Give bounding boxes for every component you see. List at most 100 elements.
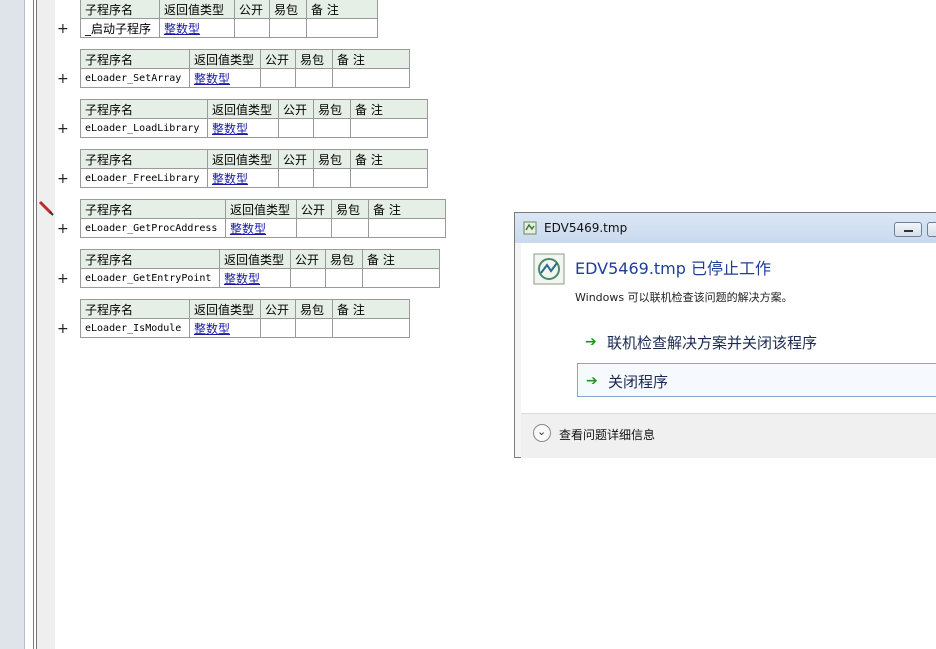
header-remark: 备 注 — [306, 0, 378, 19]
code-margin — [37, 0, 55, 649]
minimize-icon — [904, 230, 913, 232]
subroutine-name[interactable]: _启动子程序 — [80, 18, 160, 38]
header-epackage: 易包 — [313, 99, 351, 119]
return-type-link[interactable]: 整数型 — [219, 268, 291, 288]
subroutine-name[interactable]: eLoader_GetEntryPoint — [80, 268, 220, 288]
header-name: 子程序名 — [80, 199, 226, 219]
green-arrow-icon: ➔ — [585, 334, 597, 350]
epackage-cell[interactable] — [325, 268, 363, 288]
check-online-option[interactable]: ➔ 联机检查解决方案并关闭该程序 — [577, 325, 936, 359]
subroutine-name[interactable]: eLoader_IsModule — [80, 318, 190, 338]
left-gutter-strip — [0, 0, 25, 649]
header-return-type: 返回值类型 — [189, 49, 261, 69]
epackage-cell[interactable] — [331, 218, 369, 238]
header-epackage: 易包 — [331, 199, 369, 219]
header-remark: 备 注 — [350, 99, 428, 119]
remark-cell[interactable] — [350, 118, 428, 138]
app-icon — [523, 221, 537, 235]
return-type-link[interactable]: 整数型 — [159, 18, 235, 38]
green-arrow-icon: ➔ — [586, 373, 598, 389]
header-public: 公开 — [278, 99, 314, 119]
remark-cell[interactable] — [306, 18, 378, 38]
program-icon — [533, 253, 565, 285]
expand-button[interactable]: + — [57, 72, 69, 86]
remark-cell[interactable] — [350, 168, 428, 188]
header-remark: 备 注 — [362, 249, 440, 269]
header-public: 公开 — [234, 0, 270, 19]
close-program-option[interactable]: ➔ 关闭程序 — [577, 363, 936, 397]
header-name: 子程序名 — [80, 49, 190, 69]
header-public: 公开 — [296, 199, 332, 219]
header-remark: 备 注 — [350, 149, 428, 169]
header-remark: 备 注 — [332, 49, 410, 69]
subroutine-name[interactable]: eLoader_SetArray — [80, 68, 190, 88]
dialog-message: Windows 可以联机检查该问题的解决方案。 — [575, 291, 793, 304]
public-cell[interactable] — [290, 268, 326, 288]
dialog-title: EDV5469.tmp — [544, 221, 628, 235]
expand-button[interactable]: + — [57, 322, 69, 336]
dialog-heading: EDV5469.tmp 已停止工作 — [575, 259, 772, 278]
expand-details-button[interactable]: ⌄ — [533, 424, 551, 442]
return-type-link[interactable]: 整数型 — [207, 168, 279, 188]
public-cell[interactable] — [260, 68, 296, 88]
epackage-cell[interactable] — [295, 68, 333, 88]
header-public: 公开 — [260, 299, 296, 319]
remark-cell[interactable] — [332, 68, 410, 88]
subroutine-table: 子程序名 返回值类型 公开 易包 备 注 eLoader_LoadLibrary… — [80, 99, 428, 138]
check-online-label: 联机检查解决方案并关闭该程序 — [607, 334, 818, 352]
epackage-cell[interactable] — [313, 118, 351, 138]
header-name: 子程序名 — [80, 299, 190, 319]
close-button[interactable] — [927, 222, 936, 237]
header-name: 子程序名 — [80, 149, 208, 169]
view-details-link[interactable]: 查看问题详细信息 — [559, 426, 655, 443]
header-return-type: 返回值类型 — [225, 199, 297, 219]
subroutine-table: 子程序名 返回值类型 公开 易包 备 注 eLoader_FreeLibrary… — [80, 149, 428, 188]
subroutine-name[interactable]: eLoader_LoadLibrary — [80, 118, 208, 138]
expand-button[interactable]: + — [57, 172, 69, 186]
subroutine-name[interactable]: eLoader_FreeLibrary — [80, 168, 208, 188]
subroutine-table: 子程序名 返回值类型 公开 易包 备 注 _启动子程序 整数型 — [80, 0, 378, 38]
remark-cell[interactable] — [368, 218, 446, 238]
header-return-type: 返回值类型 — [159, 0, 235, 19]
subroutine-table: 子程序名 返回值类型 公开 易包 备 注 eLoader_IsModule 整数… — [80, 299, 410, 338]
return-type-link[interactable]: 整数型 — [207, 118, 279, 138]
expand-button[interactable]: + — [57, 122, 69, 136]
public-cell[interactable] — [278, 168, 314, 188]
remark-cell[interactable] — [332, 318, 410, 338]
minimize-button[interactable] — [894, 222, 922, 237]
epackage-cell[interactable] — [269, 18, 307, 38]
return-type-link[interactable]: 整数型 — [189, 68, 261, 88]
gutter-divider — [33, 0, 34, 649]
subroutine-table: 子程序名 返回值类型 公开 易包 备 注 eLoader_SetArray 整数… — [80, 49, 410, 88]
dialog-titlebar[interactable]: EDV5469.tmp — [515, 213, 936, 243]
public-cell[interactable] — [234, 18, 270, 38]
return-type-link[interactable]: 整数型 — [225, 218, 297, 238]
header-name: 子程序名 — [80, 99, 208, 119]
header-public: 公开 — [278, 149, 314, 169]
expand-button[interactable]: + — [57, 222, 69, 236]
public-cell[interactable] — [296, 218, 332, 238]
header-name: 子程序名 — [80, 0, 160, 19]
dialog-footer: ⌄ 查看问题详细信息 — [521, 413, 936, 458]
header-public: 公开 — [260, 49, 296, 69]
expand-button[interactable]: + — [57, 22, 69, 36]
public-cell[interactable] — [260, 318, 296, 338]
header-remark: 备 注 — [368, 199, 446, 219]
header-epackage: 易包 — [325, 249, 363, 269]
header-return-type: 返回值类型 — [207, 149, 279, 169]
epackage-cell[interactable] — [313, 168, 351, 188]
dialog-content: EDV5469.tmp 已停止工作 Windows 可以联机检查该问题的解决方案… — [521, 243, 936, 413]
header-epackage: 易包 — [269, 0, 307, 19]
public-cell[interactable] — [278, 118, 314, 138]
pencil-icon — [38, 200, 54, 216]
subroutine-name[interactable]: eLoader_GetProcAddress — [80, 218, 226, 238]
expand-button[interactable]: + — [57, 272, 69, 286]
epackage-cell[interactable] — [295, 318, 333, 338]
chevron-down-icon: ⌄ — [537, 425, 547, 438]
header-return-type: 返回值类型 — [189, 299, 261, 319]
close-program-label: 关闭程序 — [608, 373, 669, 391]
remark-cell[interactable] — [362, 268, 440, 288]
return-type-link[interactable]: 整数型 — [189, 318, 261, 338]
header-epackage: 易包 — [295, 299, 333, 319]
header-public: 公开 — [290, 249, 326, 269]
